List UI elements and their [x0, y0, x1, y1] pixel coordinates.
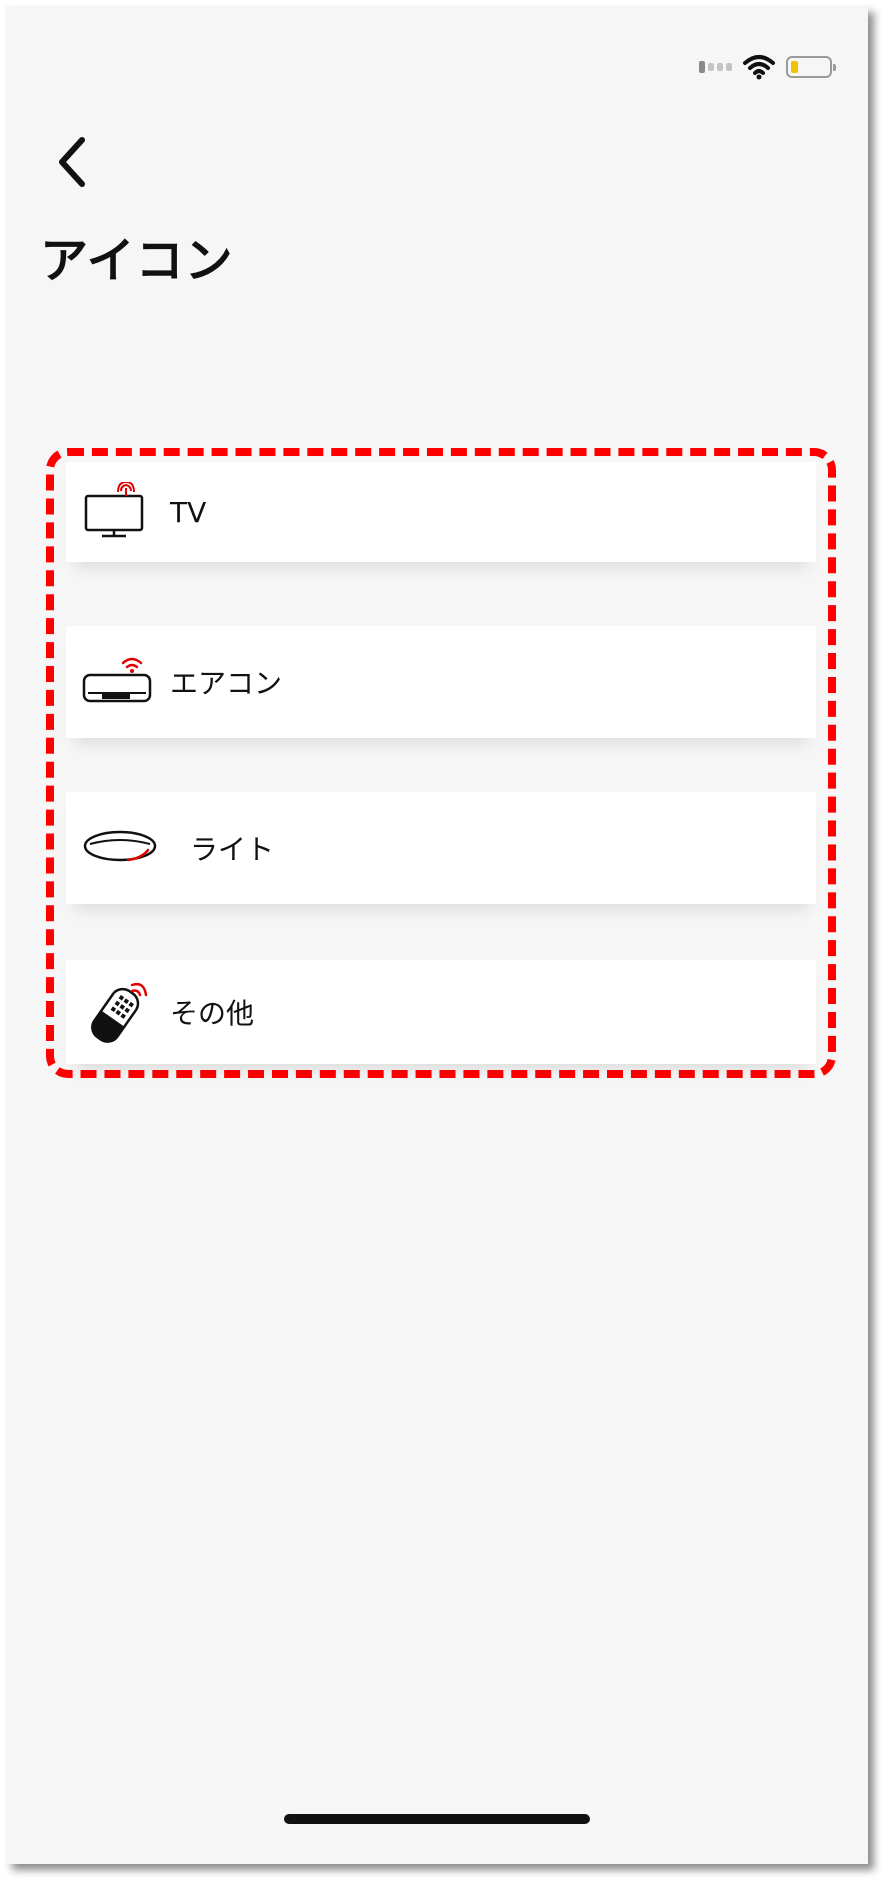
list-item-air-conditioner[interactable]: エアコン — [66, 626, 816, 738]
list-item-label: TV — [170, 495, 207, 529]
list-item-label: その他 — [170, 997, 255, 1030]
list-item-label: エアコン — [170, 667, 283, 700]
list-item-tv[interactable]: TV — [66, 462, 816, 562]
list-item-other[interactable]: その他 — [66, 960, 816, 1064]
battery-level — [791, 61, 799, 73]
air-conditioner-icon — [82, 657, 152, 703]
ceiling-light-icon — [83, 830, 157, 862]
status-bar — [699, 52, 836, 82]
cellular-signal-icon — [699, 61, 732, 73]
icon-list: TV エアコン ライト その他 — [46, 448, 836, 1078]
list-item-light[interactable]: ライト — [66, 792, 816, 904]
chevron-left-icon — [59, 137, 85, 187]
list-item-label: ライト — [190, 833, 275, 866]
tv-icon — [84, 482, 144, 538]
remote-control-icon — [91, 982, 148, 1043]
battery-icon — [786, 56, 836, 78]
back-button[interactable] — [52, 136, 92, 188]
phone-screen: アイコン TV エアコン ライト その他 — [6, 6, 868, 1864]
home-indicator[interactable] — [284, 1814, 590, 1824]
wifi-icon — [743, 55, 775, 80]
page-title: アイコン — [40, 233, 234, 289]
